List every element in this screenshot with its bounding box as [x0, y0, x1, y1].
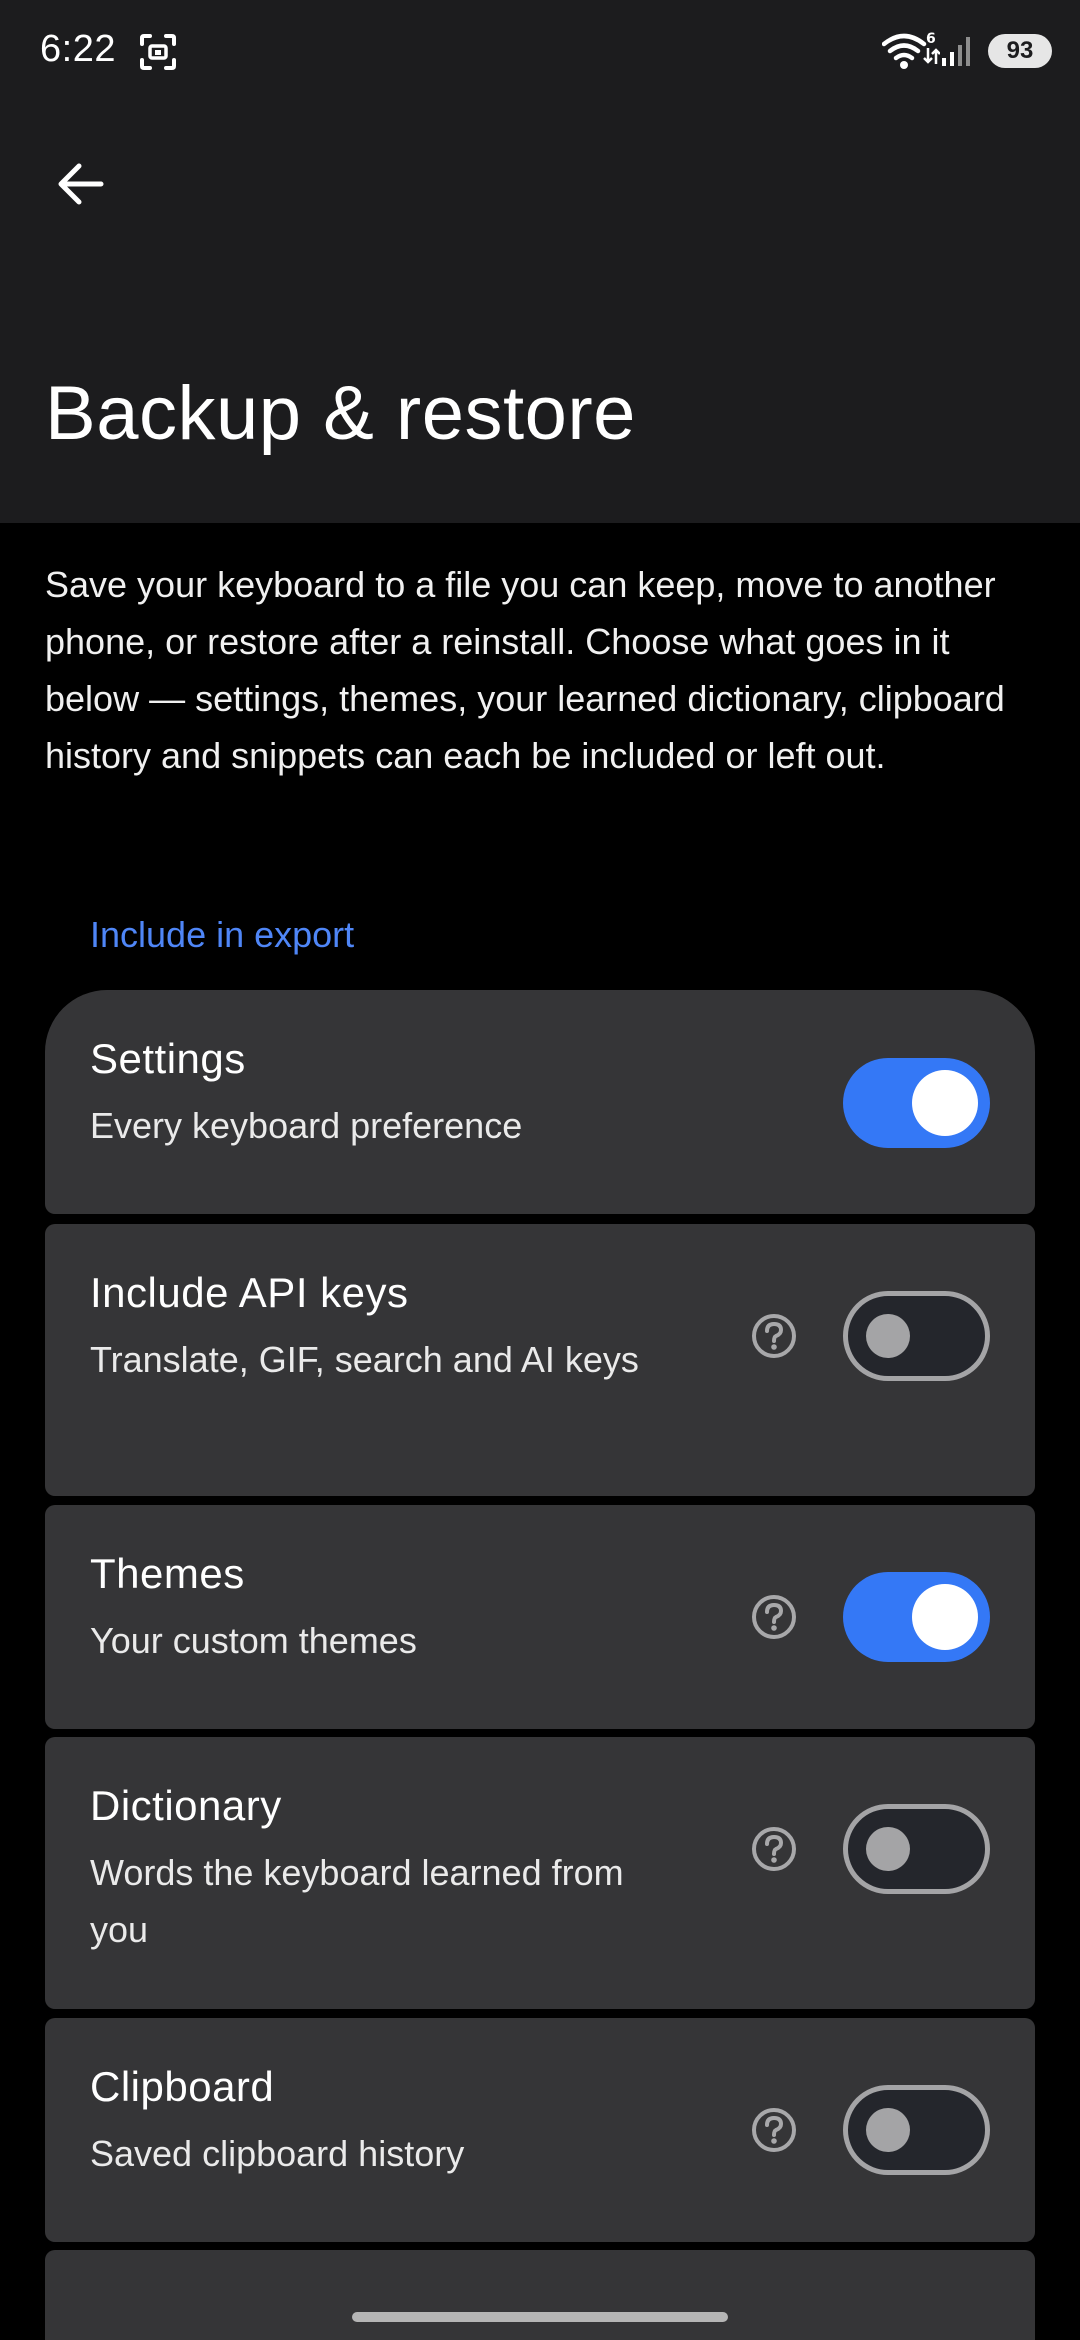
- help-icon[interactable]: [750, 2106, 798, 2154]
- toggle-knob: [912, 1070, 978, 1136]
- svg-text:6: 6: [926, 31, 936, 47]
- api-keys-toggle[interactable]: [843, 1291, 990, 1381]
- arrow-back-icon: [58, 163, 104, 205]
- home-indicator[interactable]: [352, 2312, 728, 2322]
- status-bar: 6:22 6 93: [0, 0, 1080, 100]
- api-keys-item-subtitle: Translate, GIF, search and AI keys: [90, 1339, 639, 1380]
- description-text: Save your keyboard to a file you can kee…: [45, 564, 1005, 776]
- dictionary-item-subtitle: Words the keyboard learned from you: [90, 1852, 624, 1950]
- api-keys-item-title: Include API keys: [90, 1269, 409, 1316]
- page-title: Backup & restore: [45, 371, 636, 456]
- status-time: 6:22: [40, 28, 116, 70]
- clipboard-item[interactable]: Clipboard Saved clipboard history: [45, 2018, 1035, 2242]
- settings-toggle[interactable]: [843, 1058, 990, 1148]
- themes-item[interactable]: Themes Your custom themes: [45, 1505, 1035, 1729]
- themes-toggle[interactable]: [843, 1572, 990, 1662]
- section-header-include-in-export: Include in export: [90, 914, 355, 955]
- themes-item-title: Themes: [90, 1550, 245, 1597]
- dictionary-toggle[interactable]: [843, 1804, 990, 1894]
- api-keys-item[interactable]: Include API keys Translate, GIF, search …: [45, 1224, 1035, 1496]
- back-button[interactable]: [36, 140, 124, 228]
- themes-item-subtitle: Your custom themes: [90, 1620, 417, 1661]
- help-icon[interactable]: [750, 1593, 798, 1641]
- wifi-icon: 6: [882, 31, 940, 69]
- clipboard-item-subtitle: Saved clipboard history: [90, 2133, 465, 2174]
- dictionary-item[interactable]: Dictionary Words the keyboard learned fr…: [45, 1737, 1035, 2009]
- signal-icon: [942, 37, 970, 66]
- toggle-knob: [912, 1584, 978, 1650]
- toggle-knob: [866, 1314, 910, 1358]
- help-icon[interactable]: [750, 1312, 798, 1360]
- settings-item-title: Settings: [90, 1035, 246, 1082]
- help-icon[interactable]: [750, 1825, 798, 1873]
- battery-level: 93: [1006, 37, 1034, 64]
- settings-item-subtitle: Every keyboard preference: [90, 1105, 523, 1146]
- settings-item[interactable]: Settings Every keyboard preference: [45, 990, 1035, 1214]
- app-bar: 6:22 6 93 Backup & restore: [0, 0, 1080, 523]
- toggle-knob: [866, 2108, 910, 2152]
- toggle-knob: [866, 1827, 910, 1871]
- clipboard-toggle[interactable]: [843, 2085, 990, 2175]
- screenshot-icon: [140, 34, 176, 70]
- clipboard-item-title: Clipboard: [90, 2063, 275, 2110]
- dictionary-item-title: Dictionary: [90, 1782, 282, 1829]
- next-item-partial[interactable]: [45, 2250, 1035, 2340]
- screen: 6:22 6 93 Backup & restore Save your key…: [0, 0, 1080, 2340]
- battery-indicator: 93: [988, 34, 1052, 68]
